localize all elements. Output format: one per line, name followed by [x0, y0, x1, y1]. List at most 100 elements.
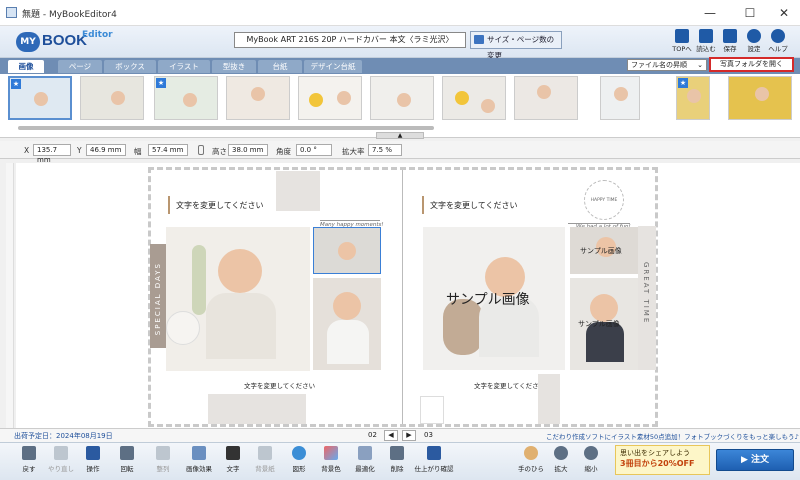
tab-images[interactable]: 画像: [8, 60, 44, 73]
text-button[interactable]: 文字: [216, 446, 250, 473]
baby-face: [614, 87, 628, 101]
pointer-button[interactable]: 操作: [76, 446, 110, 473]
background-block: [538, 374, 560, 424]
spine-line: [402, 170, 403, 424]
photo-frame-portrait[interactable]: [313, 278, 381, 370]
collapse-strip-button[interactable]: ▲: [376, 132, 424, 139]
photo-thumbnail[interactable]: ★: [154, 76, 218, 120]
photo-thumbnail[interactable]: [728, 76, 792, 120]
promo-line2: 3冊目から20%OFF: [620, 459, 695, 468]
preview-icon: [427, 446, 441, 460]
ship-date: 出荷予定日：2024年08月19日: [14, 432, 113, 440]
link-ratio-icon[interactable]: [198, 145, 204, 155]
background-color-button[interactable]: 背景色: [314, 446, 348, 473]
baby-body: [327, 320, 369, 364]
maximize-button[interactable]: ☐: [732, 0, 768, 26]
background-paper-button[interactable]: 背景紙: [248, 446, 282, 473]
photo-thumbnail[interactable]: [514, 76, 578, 120]
x-label: X: [24, 146, 30, 155]
left-title-text[interactable]: 文字を変更してください: [176, 200, 264, 211]
baby-face: [218, 249, 262, 293]
x-field[interactable]: 135.7 mm: [33, 144, 71, 164]
tab-design-mount[interactable]: デザイン台紙: [304, 60, 362, 73]
right-title-text[interactable]: 文字を変更してください: [430, 200, 518, 211]
save-icon: [723, 29, 737, 43]
next-page-button[interactable]: ▶: [402, 430, 416, 441]
close-button[interactable]: ✕: [766, 0, 800, 26]
rotate-button[interactable]: 回転: [110, 446, 144, 473]
shape-button[interactable]: 図形: [282, 446, 316, 473]
text-icon: [226, 446, 240, 460]
page-number-left: 02: [368, 431, 377, 439]
tab-illust[interactable]: イラスト: [158, 60, 210, 73]
order-button[interactable]: ▶ 注文: [716, 449, 794, 471]
settings-button[interactable]: 設定: [742, 29, 766, 53]
photo-thumbnail[interactable]: ★: [676, 76, 710, 120]
baby-face: [338, 242, 356, 260]
sort-select[interactable]: ファイル名の昇順 ⌄: [627, 59, 707, 71]
right-bottom-caption[interactable]: 文字を変更してください: [474, 380, 545, 390]
y-field[interactable]: 46.9 mm: [86, 144, 126, 156]
height-field[interactable]: 38.0 mm: [228, 144, 268, 156]
background-paper-label: 背景紙: [255, 465, 275, 473]
photo-thumbnail[interactable]: [298, 76, 362, 120]
angle-label: 角度: [276, 147, 291, 156]
optimize-button[interactable]: 最適化: [348, 446, 382, 473]
settings-label: 設定: [747, 45, 761, 53]
help-icon: [771, 29, 785, 43]
left-bottom-caption[interactable]: 文字を変更してください: [244, 380, 315, 390]
photo-frame-main[interactable]: [166, 227, 310, 371]
promo-line[interactable]: こだわり作成ソフトにイラスト素材50点追加！フォトブックづくりをもっと楽しもう♪: [546, 431, 799, 441]
width-label: 幅: [134, 147, 142, 156]
share-promo-banner[interactable]: 思い出をシェアしよう 3冊目から20%OFF: [615, 445, 710, 475]
baby-face: [481, 99, 495, 113]
photo-thumbnail[interactable]: [226, 76, 290, 120]
undo-button[interactable]: 戻す: [12, 446, 46, 473]
minimize-button[interactable]: —: [692, 0, 728, 26]
redo-button[interactable]: やり直し: [44, 446, 78, 473]
hand-tool-button[interactable]: 手のひら: [514, 446, 548, 473]
help-label: ヘルプ: [768, 45, 788, 53]
title-accent-bar: [422, 196, 424, 214]
tab-cutout[interactable]: 型抜き: [212, 60, 256, 73]
image-effect-label: 画像効果: [186, 465, 212, 473]
promo-line1: 思い出をシェアしよう: [620, 449, 690, 457]
home-icon: [675, 29, 689, 43]
prev-page-button[interactable]: ◀: [384, 430, 398, 441]
help-button[interactable]: ヘルプ: [766, 29, 790, 53]
divider: [320, 220, 380, 221]
angle-field[interactable]: 0.0 °: [296, 144, 332, 156]
top-button[interactable]: TOPへ: [670, 29, 694, 53]
hand-icon: [524, 446, 538, 460]
width-field[interactable]: 57.4 mm: [148, 144, 188, 156]
right-side-text: GREAT TIME: [642, 262, 650, 325]
baby-face: [397, 93, 411, 107]
photo-thumbnail[interactable]: [442, 76, 506, 120]
image-effect-button[interactable]: 画像効果: [182, 446, 216, 473]
open-button[interactable]: 読込む: [694, 29, 718, 53]
align-label: 整列: [156, 465, 170, 473]
photo-thumbnail[interactable]: ★: [8, 76, 72, 120]
open-photo-folder-button[interactable]: 写真フォルダを開く: [709, 57, 794, 72]
photo-thumbnail[interactable]: [370, 76, 434, 120]
cart-icon: ▶: [740, 455, 752, 465]
align-button[interactable]: 整列: [146, 446, 180, 473]
delete-button[interactable]: 削除: [380, 446, 414, 473]
tab-page[interactable]: ページ: [58, 60, 102, 73]
photo-thumbnail[interactable]: [80, 76, 144, 120]
scale-field[interactable]: 7.5 %: [368, 144, 402, 156]
save-button[interactable]: 保存: [718, 29, 742, 53]
star-icon: ★: [156, 78, 166, 88]
tab-mount[interactable]: 台紙: [258, 60, 302, 73]
size-page-button[interactable]: サイズ・ページ数の変更: [470, 31, 562, 60]
tab-box[interactable]: ボックス: [104, 60, 156, 73]
photo-thumbnail[interactable]: [600, 76, 640, 120]
zoom-out-button[interactable]: 縮小: [574, 446, 608, 473]
height-label: 高さ: [212, 147, 227, 156]
zoom-in-button[interactable]: 拡大: [544, 446, 578, 473]
photo-frame-selected[interactable]: [313, 227, 381, 274]
gear-icon: [747, 29, 761, 43]
open-photo-folder-label: 写真フォルダを開く: [720, 60, 783, 68]
thumbnail-scrollbar[interactable]: [18, 126, 434, 130]
preview-button[interactable]: 仕上がり確認: [414, 446, 454, 473]
